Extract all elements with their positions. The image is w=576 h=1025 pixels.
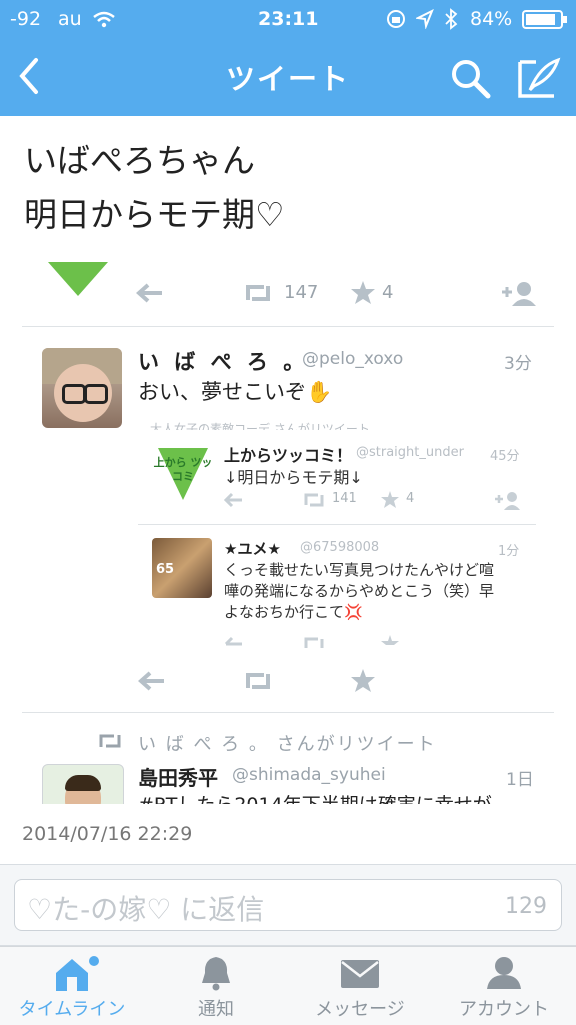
reply-icon[interactable] xyxy=(224,636,244,648)
avatar[interactable]: 65 xyxy=(152,538,212,598)
avatar[interactable]: 上から ツッコミ xyxy=(150,440,216,506)
star-icon[interactable] xyxy=(380,634,400,648)
reply-icon[interactable] xyxy=(136,282,164,304)
user-handle: @straight_under xyxy=(356,445,464,460)
tab-timeline[interactable]: タイムライン xyxy=(0,947,144,1025)
tab-bar: タイムライン 通知 メッセージ アカウント xyxy=(0,946,576,1025)
retweet-icon[interactable] xyxy=(302,492,326,508)
tweet-timestamp: 2014/07/16 22:29 xyxy=(22,823,193,845)
tweet-text-line: 明日からモテ期♡ xyxy=(24,195,285,234)
tweet-text-line: よなおちか行こて💢 xyxy=(224,603,363,621)
green-arrow-avatar xyxy=(48,262,108,296)
envelope-icon xyxy=(341,960,379,988)
navigation-bar: ツイート xyxy=(0,38,576,116)
tab-account[interactable]: アカウント xyxy=(432,947,576,1025)
tab-messages[interactable]: メッセージ xyxy=(288,947,432,1025)
user-handle: @pelo_xoxo xyxy=(302,349,404,369)
avatar[interactable] xyxy=(42,764,124,804)
tab-label: 通知 xyxy=(198,999,234,1020)
user-handle: @67598008 xyxy=(300,540,380,555)
tweet-age: 1日 xyxy=(506,770,534,790)
battery-icon xyxy=(522,10,567,29)
tweet-text-line: いばぺろちゃん xyxy=(24,141,255,180)
user-name[interactable]: ★ユメ★ xyxy=(224,538,281,559)
avatar[interactable] xyxy=(42,348,122,428)
tweet-text: くっそ載せたい写真見つけたんやけど喧 嘩の発端になるからやめとこう（笑）早 よな… xyxy=(224,560,494,623)
tweet-body: いばぺろちゃん 明日からモテ期♡ xyxy=(24,134,285,242)
favorite-count: 4 xyxy=(382,282,394,303)
star-icon[interactable] xyxy=(380,490,400,510)
clock: 23:11 xyxy=(258,8,319,30)
tab-label: アカウント xyxy=(459,999,549,1020)
divider xyxy=(22,326,554,327)
tweet-text: ↓明日からモテ期↓ xyxy=(224,468,363,487)
signal-strength: -92 xyxy=(10,8,42,30)
favorite-count: 4 xyxy=(406,491,415,506)
tweet-age: 45分 xyxy=(490,449,520,464)
tab-label: メッセージ xyxy=(315,999,405,1020)
tab-notifications[interactable]: 通知 xyxy=(144,947,288,1025)
retweet-icon[interactable] xyxy=(242,670,274,692)
follow-icon[interactable] xyxy=(500,280,538,306)
home-icon xyxy=(56,956,99,991)
embedded-image[interactable]: 147 4 い ば ぺ ろ 。 @pelo_xoxo 3分 おい、夢せこいぞ✋ … xyxy=(0,254,576,804)
star-icon[interactable] xyxy=(350,280,376,306)
user-name[interactable]: い ば ぺ ろ 。 xyxy=(138,346,308,376)
tab-label: タイムライン xyxy=(18,999,126,1020)
wifi-icon xyxy=(93,11,115,28)
bluetooth-icon xyxy=(445,8,458,30)
location-icon xyxy=(416,9,434,29)
tweet-age: 3分 xyxy=(504,354,532,374)
follow-icon[interactable] xyxy=(494,490,522,510)
user-handle: @shimada_syuhei xyxy=(232,765,386,785)
retweet-icon[interactable] xyxy=(242,282,274,304)
retweet-count: 147 xyxy=(284,282,319,303)
user-name[interactable]: 島田秀平 xyxy=(138,762,218,791)
carrier-name: au xyxy=(58,8,82,30)
bell-icon xyxy=(202,957,230,991)
tweet-text-line: 嘩の発端になるからやめとこう（笑）早 xyxy=(224,582,495,600)
character-count: 129 xyxy=(505,894,547,919)
retweet-count: 141 xyxy=(332,491,357,506)
divider xyxy=(138,524,536,525)
reply-bar: ♡た-の嫁♡ に返信 129 xyxy=(0,864,576,946)
reply-placeholder: ♡た-の嫁♡ に返信 xyxy=(27,893,265,926)
star-icon[interactable] xyxy=(350,668,376,694)
divider xyxy=(22,712,554,713)
battery-percent: 84% xyxy=(470,8,513,30)
avatar-label: 上から ツッコミ xyxy=(153,456,213,483)
person-icon xyxy=(487,957,521,989)
retweet-icon xyxy=(99,734,121,748)
tweet-text-line: くっそ載せたい写真見つけたんやけど喧 xyxy=(224,561,495,579)
retweet-note: 大人女子の素敵コーデ さんがリツイート xyxy=(150,422,370,430)
user-name[interactable]: 上からツッコミ！ xyxy=(224,442,352,466)
tweet-text: おい、夢せこいぞ✋ xyxy=(138,380,333,404)
rotation-lock-icon xyxy=(387,10,405,28)
search-icon[interactable] xyxy=(450,58,492,100)
reply-icon[interactable] xyxy=(138,670,166,692)
reply-icon[interactable] xyxy=(224,492,244,508)
compose-icon[interactable] xyxy=(516,56,562,100)
tweet-text: #RTしたら2014年下半期は確実に幸せが xyxy=(138,790,492,804)
tweet-age: 1分 xyxy=(498,544,520,559)
retweet-icon[interactable] xyxy=(302,636,326,648)
reply-input[interactable]: ♡た-の嫁♡ に返信 129 xyxy=(14,879,562,931)
retweeted-by: い ば ぺ ろ 。 さんがリツイート xyxy=(138,734,437,755)
status-bar: -92 au 23:11 84% xyxy=(0,0,576,38)
